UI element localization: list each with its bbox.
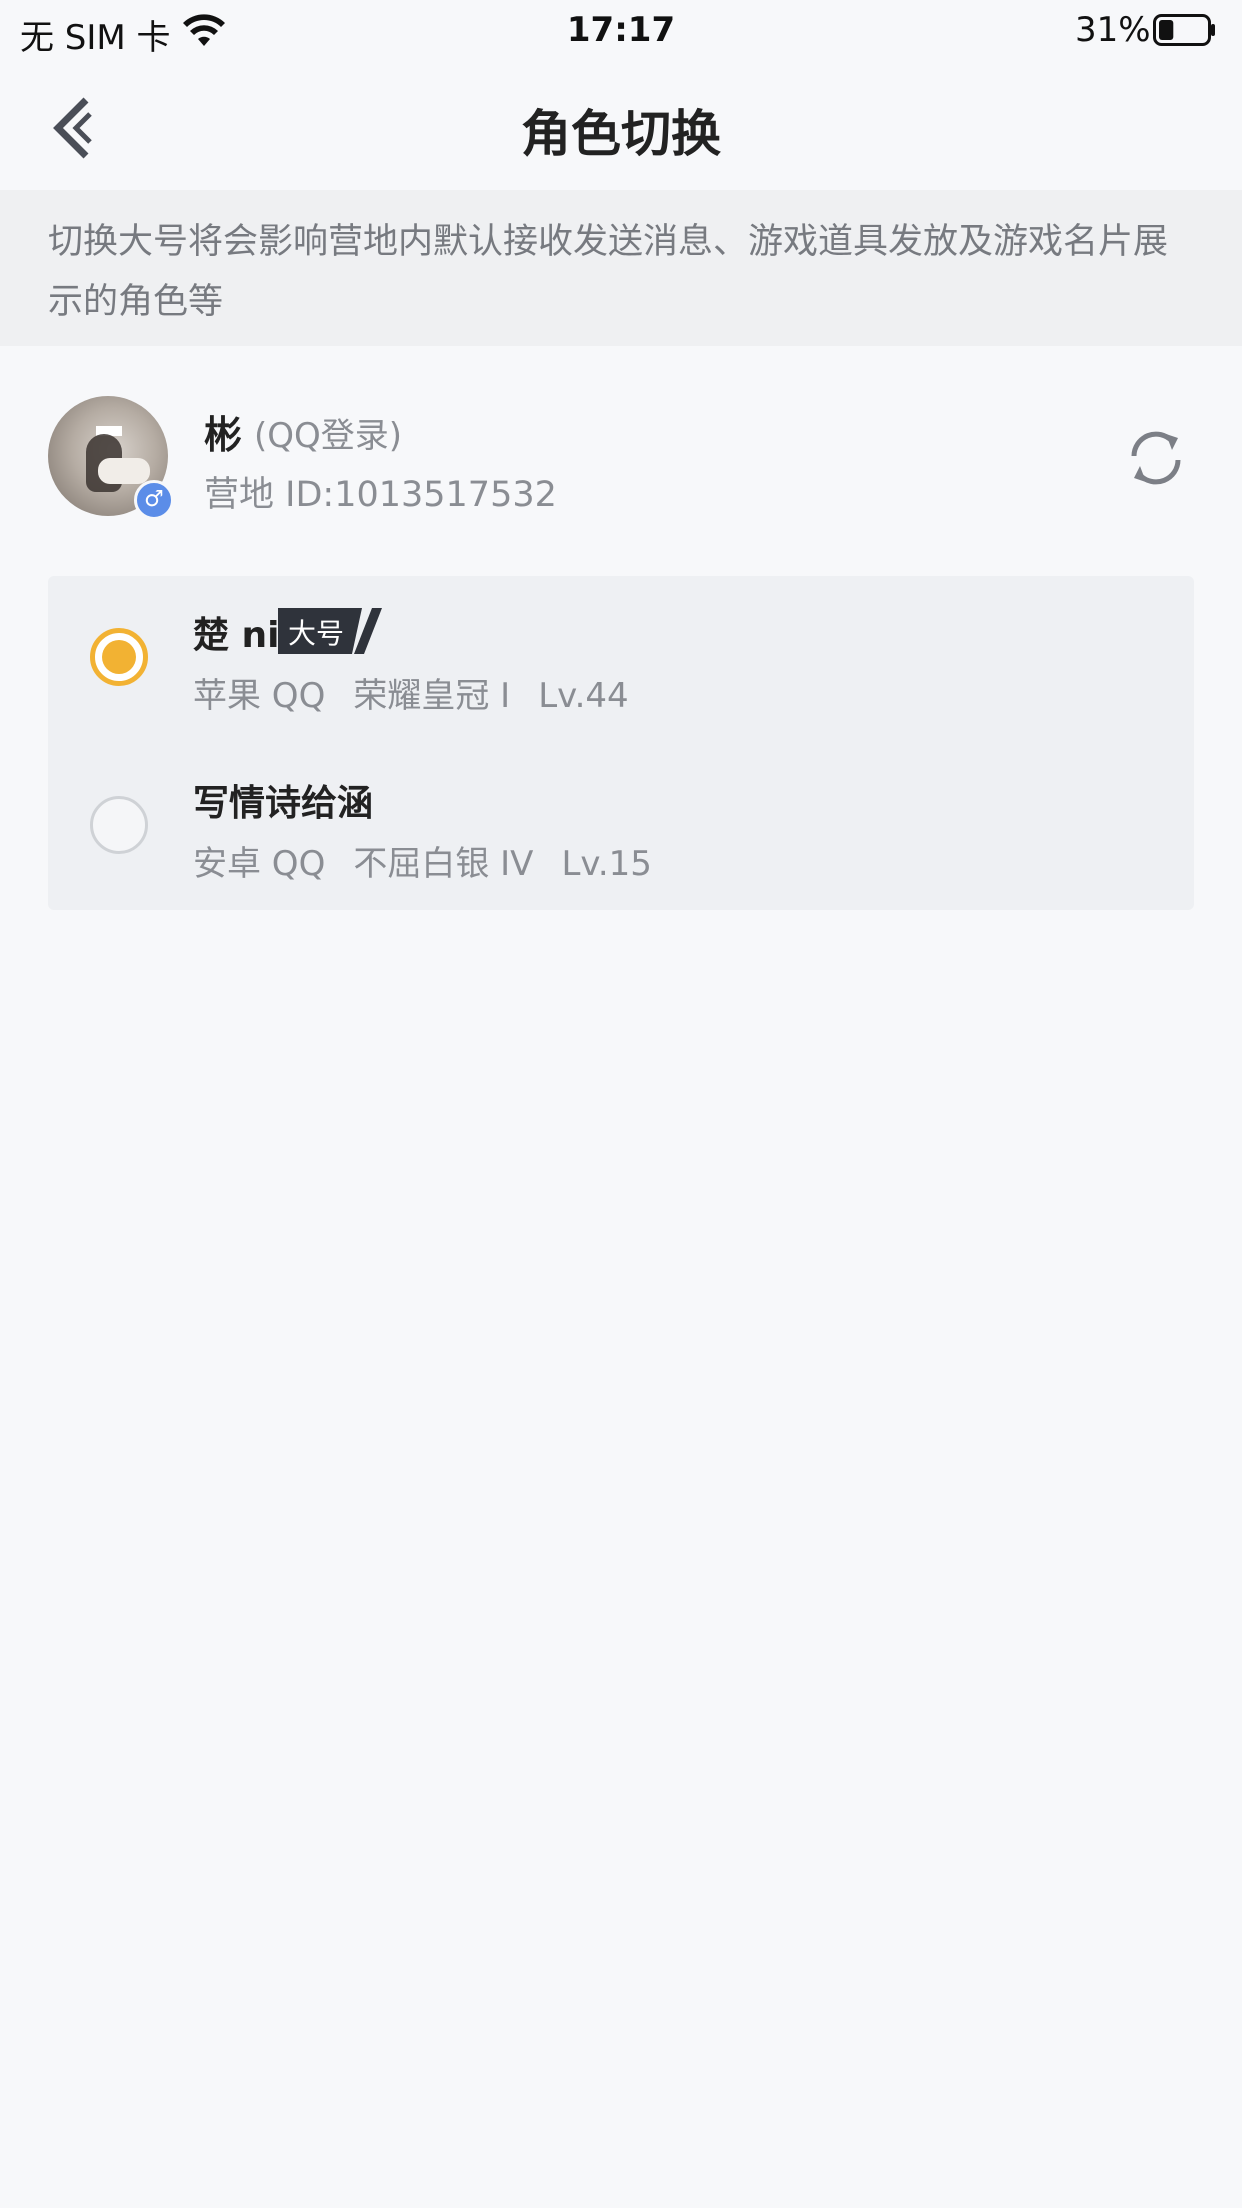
role-platform: 安卓 QQ bbox=[193, 844, 326, 884]
role-platform: 苹果 QQ bbox=[193, 676, 326, 716]
role-item[interactable]: 楚 ni 大号 苹果 QQ 荣耀皇冠 I Lv.44 bbox=[48, 576, 1194, 736]
battery-percent: 31% bbox=[1075, 10, 1151, 50]
radio-unselected[interactable] bbox=[90, 796, 148, 854]
role-detail: 苹果 QQ 荣耀皇冠 I Lv.44 bbox=[193, 668, 657, 717]
profile-name: 彬 bbox=[204, 413, 243, 457]
status-time: 17:17 bbox=[566, 10, 676, 50]
main-account-badge-label: 大号 bbox=[288, 617, 345, 650]
role-item[interactable]: 写情诗给涵 安卓 QQ 不屈白银 IV Lv.15 bbox=[48, 744, 1194, 904]
notice-text: 切换大号将会影响营地内默认接收发送消息、游戏道具发放及游戏名片展示的角色等 bbox=[48, 222, 1169, 322]
role-name: 楚 ni bbox=[193, 615, 280, 656]
status-bar: 无 SIM 卡 17:17 31% bbox=[0, 0, 1242, 62]
page-title: 角色切换 bbox=[521, 105, 721, 163]
nav-bar: 角色切换 bbox=[0, 62, 1242, 190]
role-list: 楚 ni 大号 苹果 QQ 荣耀皇冠 I Lv.44 写情诗给涵 安卓 QQ 不屈白银… bbox=[48, 576, 1194, 910]
role-level: Lv.44 bbox=[538, 676, 629, 716]
profile-header: ♂ 彬 (QQ登录) 营地 ID:1013517532 bbox=[0, 380, 1242, 530]
radio-selected[interactable] bbox=[90, 628, 148, 686]
role-rank: 不屈白银 IV bbox=[353, 844, 534, 884]
role-rank: 荣耀皇冠 I bbox=[353, 676, 511, 716]
camp-id: 营地 ID:1013517532 bbox=[204, 475, 557, 515]
notice-banner: 切换大号将会影响营地内默认接收发送消息、游戏道具发放及游戏名片展示的角色等 bbox=[0, 190, 1242, 346]
battery-icon bbox=[1153, 14, 1215, 46]
main-account-badge: 大号 bbox=[278, 608, 388, 654]
role-level: Lv.15 bbox=[561, 844, 652, 884]
role-name: 写情诗给涵 bbox=[193, 783, 374, 824]
login-method: (QQ登录) bbox=[254, 416, 403, 456]
refresh-button[interactable] bbox=[1124, 426, 1188, 490]
role-detail: 安卓 QQ 不屈白银 IV Lv.15 bbox=[193, 836, 680, 885]
male-gender-icon: ♂ bbox=[134, 480, 174, 520]
